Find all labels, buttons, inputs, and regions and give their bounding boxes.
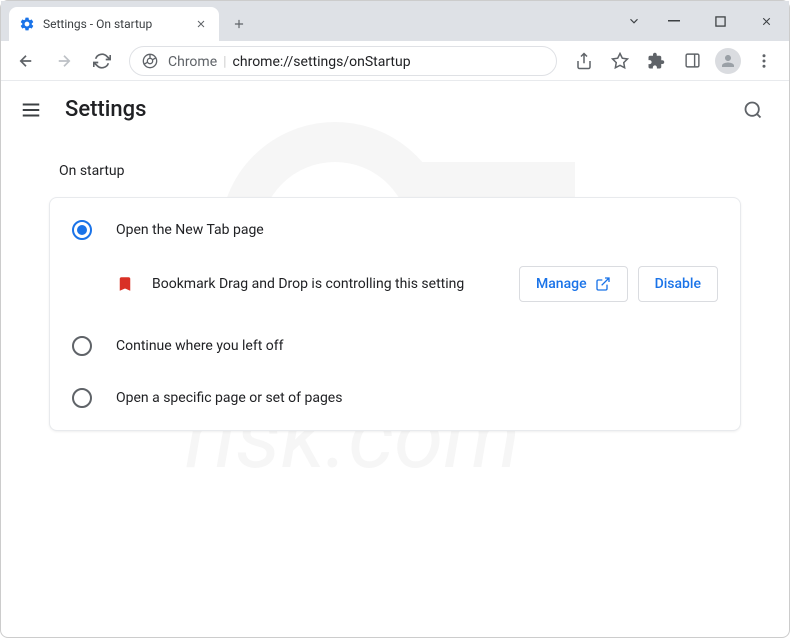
- option-label: Open a specific page or set of pages: [116, 390, 342, 406]
- close-window-button[interactable]: [743, 1, 789, 41]
- toolbar-right-actions: [567, 44, 781, 78]
- gear-icon: [19, 16, 35, 32]
- new-tab-button[interactable]: [225, 10, 253, 38]
- disable-button[interactable]: Disable: [638, 266, 718, 302]
- window-controls: [617, 1, 789, 41]
- maximize-button[interactable]: [697, 1, 743, 41]
- page-title: Settings: [65, 97, 146, 122]
- option-continue[interactable]: Continue where you left off: [50, 320, 740, 372]
- url-host: Chrome: [168, 54, 217, 70]
- browser-toolbar: Chrome|chrome://settings/onStartup: [1, 41, 789, 81]
- option-label: Open the New Tab page: [116, 222, 264, 238]
- manage-button-label: Manage: [536, 276, 587, 292]
- reload-button[interactable]: [85, 44, 119, 78]
- forward-button[interactable]: [47, 44, 81, 78]
- extension-notice: Bookmark Drag and Drop is controlling th…: [50, 256, 740, 320]
- side-panel-button[interactable]: [675, 44, 709, 78]
- minimize-button[interactable]: [651, 1, 697, 41]
- close-tab-button[interactable]: [193, 16, 209, 32]
- settings-header: Settings: [1, 81, 789, 139]
- hamburger-menu-button[interactable]: [19, 98, 43, 122]
- window-titlebar: Settings - On startup: [1, 1, 789, 41]
- browser-tab[interactable]: Settings - On startup: [9, 7, 219, 41]
- chrome-icon: [142, 53, 158, 69]
- url-path: chrome://settings/onStartup: [233, 54, 411, 70]
- avatar-icon: [715, 48, 741, 74]
- profile-button[interactable]: [711, 44, 745, 78]
- radio-button[interactable]: [72, 220, 92, 240]
- notice-text: Bookmark Drag and Drop is controlling th…: [152, 276, 501, 292]
- address-bar[interactable]: Chrome|chrome://settings/onStartup: [129, 46, 557, 76]
- radio-button[interactable]: [72, 388, 92, 408]
- extensions-button[interactable]: [639, 44, 673, 78]
- option-label: Continue where you left off: [116, 338, 284, 354]
- manage-button[interactable]: Manage: [519, 266, 628, 302]
- disable-button-label: Disable: [655, 276, 701, 292]
- bookmark-icon: [116, 275, 134, 293]
- tab-title: Settings - On startup: [43, 17, 185, 31]
- option-specific-pages[interactable]: Open a specific page or set of pages: [50, 372, 740, 424]
- tab-search-button[interactable]: [617, 1, 651, 41]
- back-button[interactable]: [9, 44, 43, 78]
- menu-button[interactable]: [747, 44, 781, 78]
- notice-actions: Manage Disable: [519, 266, 718, 302]
- share-button[interactable]: [567, 44, 601, 78]
- external-link-icon: [595, 276, 611, 292]
- url-text: Chrome|chrome://settings/onStartup: [168, 51, 411, 70]
- startup-options-card: Open the New Tab page Bookmark Drag and …: [49, 197, 741, 431]
- settings-content: On startup Open the New Tab page Bookmar…: [1, 139, 789, 455]
- radio-button[interactable]: [72, 336, 92, 356]
- option-new-tab-page[interactable]: Open the New Tab page: [50, 204, 740, 256]
- section-title: On startup: [59, 163, 741, 179]
- bookmark-button[interactable]: [603, 44, 637, 78]
- search-button[interactable]: [735, 92, 771, 128]
